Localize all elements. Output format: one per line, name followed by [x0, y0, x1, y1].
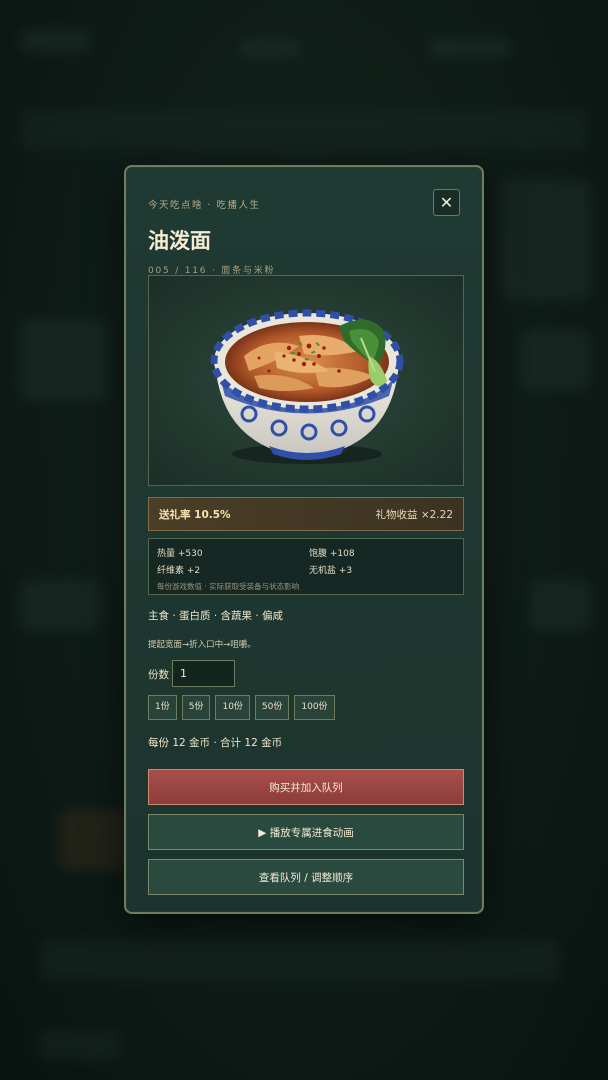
food-tags: 主食 · 蛋白质 · 含蔬果 · 偏咸: [148, 610, 284, 622]
gift-earnings: 礼物收益 ×2.22: [375, 508, 453, 521]
food-detail-modal: 今天吃点啥 · 吃播人生 ✕ 油泼面 005 / 116 · 面条与米粉 送礼率…: [124, 165, 484, 914]
quantity-chip-1[interactable]: 1份: [148, 695, 177, 720]
play-eating-animation-button[interactable]: ▶ 播放专属进食动画: [148, 814, 464, 850]
stat-fiber: 纤维素 +2: [157, 566, 201, 576]
close-icon: ✕: [439, 193, 454, 212]
quantity-chip-50[interactable]: 50份: [254, 695, 290, 720]
modal-subtitle: 今天吃点啥 · 吃播人生: [148, 200, 261, 211]
quantity-label: 份数: [148, 669, 169, 681]
quantity-chip-5[interactable]: 5份: [181, 695, 211, 720]
stat-minerals: 无机盐 +3: [309, 566, 353, 576]
food-description: 提起宽面→折入口中→咀嚼。: [148, 640, 256, 650]
view-queue-button[interactable]: 查看队列 / 调整顺序: [148, 859, 464, 895]
quantity-chip-100[interactable]: 100份: [294, 695, 335, 720]
close-button[interactable]: ✕: [433, 189, 460, 216]
quantity-input[interactable]: 1: [172, 660, 235, 687]
stat-calories: 热量 +530: [157, 549, 203, 559]
noodle-bowl-illustration: [210, 309, 404, 464]
nutrition-stats: 热量 +530 饱腹 +108 纤维素 +2 无机盐 +3 每份游戏数值 · 实…: [148, 538, 464, 595]
gift-rate-bar: 送礼率 10.5% 礼物收益 ×2.22: [148, 497, 464, 531]
food-image-panel: [148, 275, 464, 486]
stats-note: 每份游戏数值 · 实际获取受装备与状态影响: [157, 582, 300, 591]
quantity-chip-10[interactable]: 10份: [215, 695, 250, 720]
stat-satiety: 饱腹 +108: [309, 549, 355, 559]
quantity-presets: 1份 5份 10份 50份 100份: [148, 695, 335, 720]
price-summary: 每份 12 金币 · 合计 12 金币: [148, 737, 283, 749]
buy-and-queue-button[interactable]: 购买并加入队列: [148, 769, 464, 805]
gift-rate: 送礼率 10.5%: [159, 508, 231, 521]
food-title: 油泼面: [148, 229, 211, 253]
